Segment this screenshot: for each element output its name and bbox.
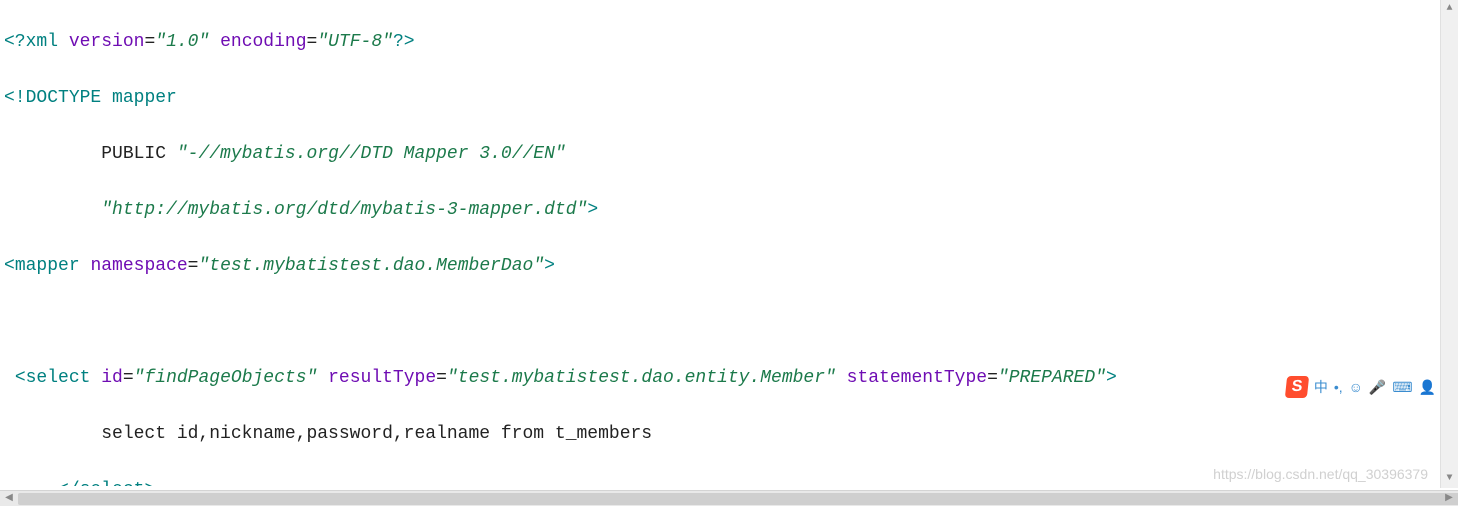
vertical-scrollbar[interactable]: ▲ ▼ — [1440, 0, 1458, 488]
ime-toolbar[interactable]: S 中 •, ☺ 🎤 ⌨ 👤 — [1286, 376, 1436, 398]
ime-voice-button[interactable]: 🎤 — [1369, 373, 1386, 401]
horizontal-scroll-thumb[interactable] — [18, 493, 1458, 505]
code-line: select id,nickname,password,realname fro… — [4, 420, 1438, 448]
code-editor[interactable]: <?xml version="1.0" encoding="UTF-8"?> <… — [4, 0, 1438, 486]
code-line: <!DOCTYPE mapper — [4, 84, 1438, 112]
ime-emoji-button[interactable]: ☺ — [1349, 373, 1363, 401]
ime-profile-button[interactable]: 👤 — [1419, 373, 1436, 401]
ime-keyboard-button[interactable]: ⌨ — [1392, 373, 1412, 401]
code-line: <?xml version="1.0" encoding="UTF-8"?> — [4, 28, 1438, 56]
sogou-ime-icon[interactable]: S — [1285, 376, 1309, 398]
horizontal-scrollbar[interactable]: ◀ ▶ — [0, 490, 1458, 506]
code-line: "http://mybatis.org/dtd/mybatis-3-mapper… — [4, 196, 1438, 224]
ime-punct-toggle[interactable]: •, — [1334, 373, 1343, 401]
code-line: PUBLIC "-//mybatis.org//DTD Mapper 3.0//… — [4, 140, 1438, 168]
scroll-left-icon[interactable]: ◀ — [0, 491, 18, 506]
code-line: <mapper namespace="test.mybatistest.dao.… — [4, 252, 1438, 280]
ime-lang-toggle[interactable]: 中 — [1314, 373, 1328, 401]
code-line: <select id="findPageObjects" resultType=… — [4, 364, 1438, 392]
scroll-up-icon[interactable]: ▲ — [1441, 0, 1458, 18]
code-line: </select> — [4, 476, 1438, 486]
scroll-right-icon[interactable]: ▶ — [1440, 491, 1458, 506]
code-line — [4, 308, 1438, 336]
